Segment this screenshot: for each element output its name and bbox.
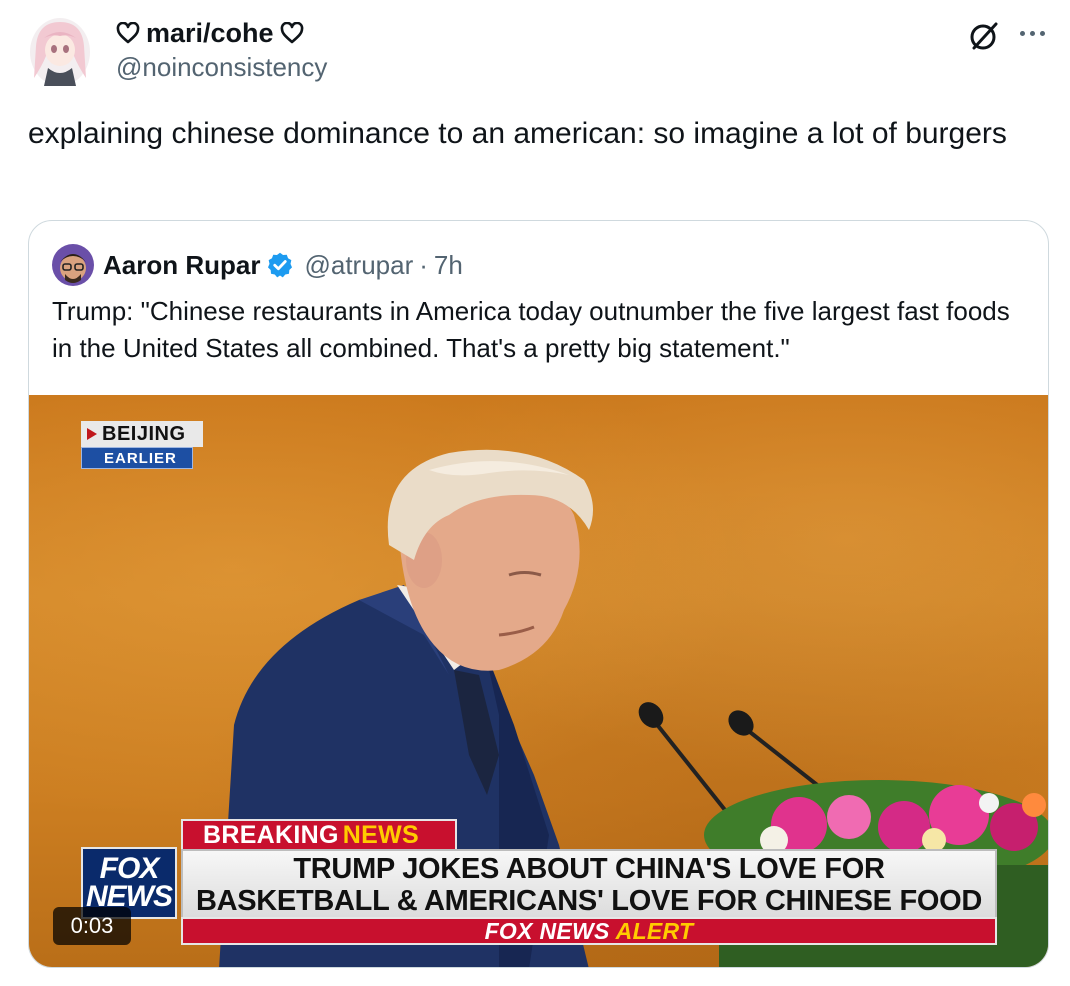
breaking-news-label: BREAKING NEWS	[181, 819, 457, 851]
video-duration-badge: 0:03	[53, 907, 131, 945]
author-name-row[interactable]: mari/cohe	[116, 16, 304, 50]
location-tag: BEIJING EARLIER	[81, 421, 203, 469]
quoted-author-avatar[interactable]	[52, 244, 94, 286]
quoted-handle[interactable]: @atrupar	[304, 250, 413, 281]
video-player[interactable]: BEIJING EARLIER BREAKING NEWS TRUMP JOKES…	[29, 395, 1048, 967]
author-display-name[interactable]: mari/cohe	[146, 18, 274, 49]
quoted-header: Aaron Rupar @atrupar · 7h	[103, 247, 463, 283]
more-icon	[1019, 30, 1045, 36]
meta-separator: ·	[419, 249, 428, 280]
grok-button[interactable]	[966, 18, 1002, 54]
chyron-headline: TRUMP JOKES ABOUT CHINA'S LOVE FOR BASKE…	[181, 849, 997, 919]
quoted-tweet-card[interactable]: Aaron Rupar @atrupar · 7h Trump: "Chines…	[28, 220, 1049, 968]
quoted-display-name[interactable]: Aaron Rupar	[103, 250, 260, 281]
heart-outline-icon	[280, 22, 303, 44]
verified-badge-icon	[268, 252, 293, 278]
heart-outline-icon	[116, 22, 140, 44]
more-button[interactable]	[1012, 18, 1052, 48]
quoted-time[interactable]: 7h	[434, 250, 463, 281]
location-sub-label: EARLIER	[81, 447, 193, 469]
fox-news-alert-bar: FOX NEWS ALERT	[181, 917, 997, 945]
author-avatar[interactable]	[28, 16, 92, 88]
play-marker-icon	[87, 428, 97, 440]
quoted-text: Trump: "Chinese restaurants in America t…	[52, 296, 1010, 363]
location-label: BEIJING	[102, 422, 186, 445]
tweet-text: explaining chinese dominance to an ameri…	[28, 117, 1007, 150]
author-handle[interactable]: @noinconsistency	[116, 52, 327, 83]
grok-icon	[970, 22, 998, 50]
